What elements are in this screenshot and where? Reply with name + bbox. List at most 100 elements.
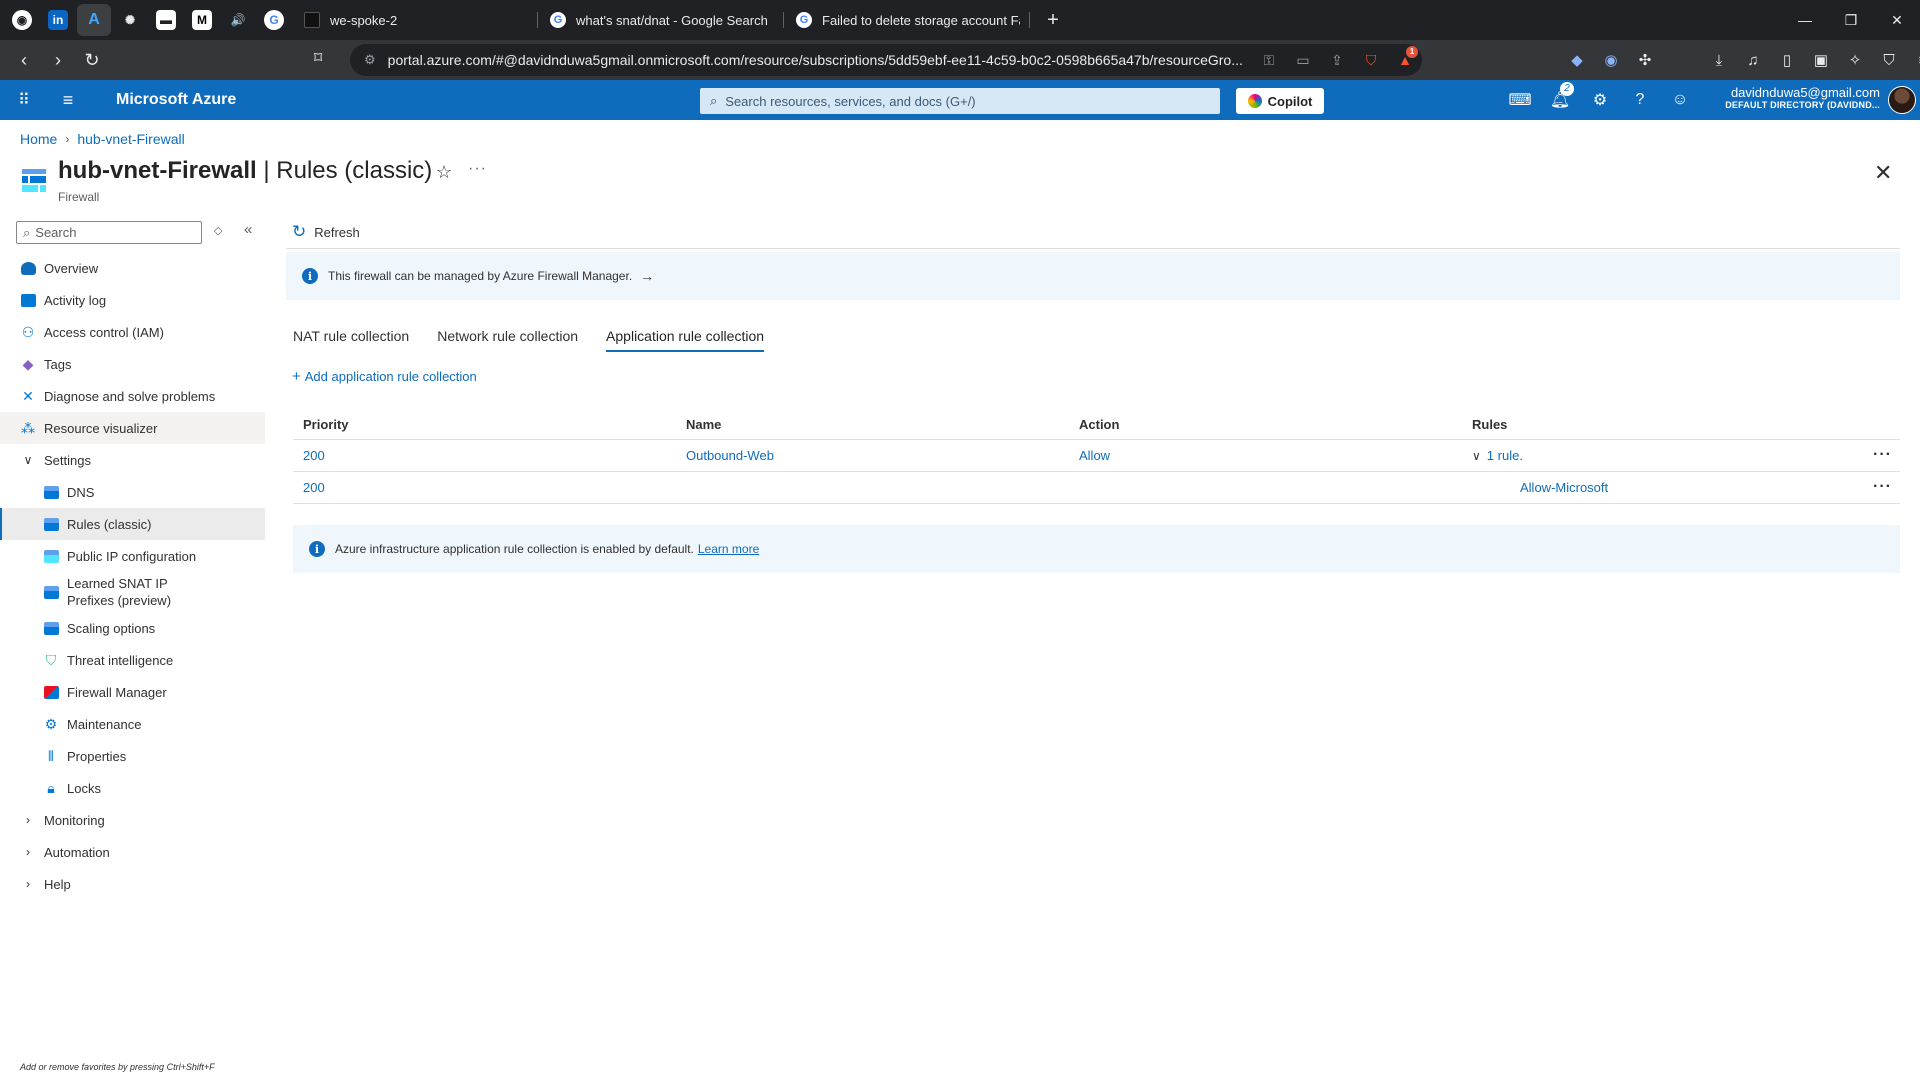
bookmark-icon[interactable]: ⌑ xyxy=(314,48,322,68)
nav-item-activity-log[interactable]: Activity log xyxy=(0,284,265,316)
brave-rewards-icon[interactable]: ▲ 1 xyxy=(1388,45,1422,69)
restore-icon[interactable]: ❐ xyxy=(1828,0,1874,40)
nav-item-scaling[interactable]: Scaling options xyxy=(0,612,265,644)
close-blade-icon[interactable]: ✕ xyxy=(1874,160,1892,186)
reload-icon[interactable]: ↻ xyxy=(76,44,108,76)
nav-item-overview[interactable]: Overview xyxy=(0,252,265,284)
refresh-button[interactable]: ↻ Refresh xyxy=(292,222,360,242)
nav-group-settings[interactable]: ∨ Settings xyxy=(0,444,265,476)
pinned-tab-linkedin[interactable]: in xyxy=(41,4,75,36)
nav-item-learned-snat[interactable]: Learned SNAT IP Prefixes (preview) xyxy=(0,572,265,612)
cloud-shell-icon[interactable]: ⌨ xyxy=(1500,90,1540,110)
nav-item-access-control[interactable]: ⚇ Access control (IAM) xyxy=(0,316,265,348)
pinned-tab-notion[interactable]: ▬ xyxy=(149,4,183,36)
cell-priority[interactable]: 200 xyxy=(293,448,686,463)
forward-icon[interactable]: › xyxy=(42,44,74,76)
brave-shield-icon[interactable]: ⛉ xyxy=(1354,52,1388,69)
collapse-nav-icon[interactable]: « xyxy=(244,221,252,238)
azure-brand[interactable]: Microsoft Azure xyxy=(116,91,236,109)
pinned-tab-audio[interactable]: 🔊 xyxy=(221,4,255,36)
tab-network-rule-collection[interactable]: Network rule collection xyxy=(437,328,578,352)
account-info[interactable]: davidnduwa5@gmail.com DEFAULT DIRECTORY … xyxy=(1718,85,1880,110)
column-header-name[interactable]: Name xyxy=(686,417,1079,432)
nav-item-maintenance[interactable]: ⚙ Maintenance xyxy=(0,708,265,740)
settings-gear-icon[interactable]: ⚙ xyxy=(1580,90,1620,110)
nav-item-tags[interactable]: ◆ Tags xyxy=(0,348,265,380)
chevron-down-icon[interactable]: ∨ xyxy=(1472,449,1481,463)
table-row[interactable]: 200 Allow-Microsoft ··· xyxy=(293,472,1900,504)
cell-name[interactable]: Outbound-Web xyxy=(686,448,1079,463)
puzzle-icon[interactable]: ✣ xyxy=(1628,51,1662,69)
share-icon[interactable]: ⇪ xyxy=(1320,52,1354,69)
avatar[interactable] xyxy=(1888,86,1916,114)
pinned-tab-azure[interactable]: A xyxy=(77,4,111,36)
extension-icon[interactable]: ◉ xyxy=(1594,51,1628,69)
nav-item-dns[interactable]: DNS xyxy=(0,476,265,508)
tab-nat-rule-collection[interactable]: NAT rule collection xyxy=(293,328,409,352)
help-icon[interactable]: ? xyxy=(1620,91,1660,109)
cell-priority[interactable]: 200 xyxy=(293,480,686,495)
rules-count-link[interactable]: 1 rule. xyxy=(1487,448,1523,463)
minimize-icon[interactable]: — xyxy=(1782,0,1828,40)
learn-more-link[interactable]: Learn more xyxy=(698,542,759,556)
browser-tab-google-search-2[interactable]: G Failed to delete storage account Faile xyxy=(786,4,1030,36)
vpn-icon[interactable]: ⛉ xyxy=(1872,52,1906,69)
breadcrumb-home[interactable]: Home xyxy=(20,131,57,147)
row-more-icon[interactable]: ··· xyxy=(1873,446,1892,464)
copilot-button[interactable]: Copilot xyxy=(1236,88,1324,114)
pinned-tab-github[interactable]: ◉ xyxy=(5,4,39,36)
key-icon[interactable]: ⚿ xyxy=(1252,52,1286,69)
browser-tab-google-search[interactable]: G what's snat/dnat - Google Search xyxy=(540,4,784,36)
url-text[interactable]: portal.azure.com/#@davidnduwa5gmail.onmi… xyxy=(388,52,1252,68)
leo-ai-icon[interactable]: ✧ xyxy=(1838,51,1872,69)
global-search-input[interactable]: ⌕ Search resources, services, and docs (… xyxy=(700,88,1220,114)
extension-icon[interactable]: ◆ xyxy=(1560,51,1594,69)
back-icon[interactable]: ‹ xyxy=(8,44,40,76)
column-header-priority[interactable]: Priority xyxy=(293,417,686,432)
feedback-icon[interactable]: ☺ xyxy=(1660,91,1700,109)
close-window-icon[interactable]: ✕ xyxy=(1874,0,1920,40)
arrow-right-icon[interactable]: → xyxy=(640,268,654,284)
nav-item-diagnose[interactable]: ✕ Diagnose and solve problems xyxy=(0,380,265,412)
pinned-tab-google[interactable]: G xyxy=(257,4,291,36)
sidebar-icon[interactable]: ▯ xyxy=(1770,51,1804,69)
cast-icon[interactable]: ▭ xyxy=(1286,52,1320,69)
browser-tab-we-spoke-2[interactable]: we-spoke-2 xyxy=(294,4,538,36)
column-header-action[interactable]: Action xyxy=(1079,417,1472,432)
tab-application-rule-collection[interactable]: Application rule collection xyxy=(606,328,764,352)
new-tab-button[interactable]: + xyxy=(1038,5,1068,35)
wallet-icon[interactable]: ▣ xyxy=(1804,51,1838,69)
nav-item-threat-intelligence[interactable]: ⛉ Threat intelligence xyxy=(0,644,265,676)
add-application-rule-collection-button[interactable]: + Add application rule collection xyxy=(292,368,477,385)
column-header-rules[interactable]: Rules xyxy=(1472,417,1865,432)
pinned-tab-chatgpt[interactable]: ✺ xyxy=(113,4,147,36)
nav-item-firewall-manager[interactable]: Firewall Manager xyxy=(0,676,265,708)
download-icon[interactable]: ⤓ xyxy=(1702,52,1736,69)
menu-icon[interactable]: ≡ xyxy=(1906,52,1920,69)
site-info-icon[interactable]: ⚙ xyxy=(364,52,376,68)
favorite-star-icon[interactable]: ☆ xyxy=(436,162,452,183)
rule-name-link[interactable]: Allow-Microsoft xyxy=(1520,480,1608,495)
nav-item-resource-visualizer[interactable]: ⁂ Resource visualizer xyxy=(0,412,265,444)
row-more-icon[interactable]: ··· xyxy=(1873,478,1892,496)
table-row[interactable]: 200 Outbound-Web Allow ∨ 1 rule. ··· xyxy=(293,440,1900,472)
cell-action[interactable]: Allow xyxy=(1079,448,1472,463)
nav-item-rules-classic[interactable]: Rules (classic) xyxy=(0,508,265,540)
breadcrumb-resource[interactable]: hub-vnet-Firewall xyxy=(77,131,184,147)
pinned-tab-medium[interactable]: M xyxy=(185,4,219,36)
expand-toggle-icon[interactable]: ◇ xyxy=(214,224,222,237)
address-bar[interactable]: ⚙ portal.azure.com/#@davidnduwa5gmail.on… xyxy=(350,44,1422,76)
nav-group-help[interactable]: › Help xyxy=(0,868,265,900)
music-icon[interactable]: ♫ xyxy=(1736,52,1770,69)
nav-item-public-ip[interactable]: Public IP configuration xyxy=(0,540,265,572)
nav-group-monitoring[interactable]: › Monitoring xyxy=(0,804,265,836)
more-options-icon[interactable]: ··· xyxy=(468,160,487,178)
portal-menu-icon[interactable]: ≡ xyxy=(48,90,88,111)
nav-group-automation[interactable]: › Automation xyxy=(0,836,265,868)
nav-search-input[interactable]: ⌕ Search xyxy=(16,221,202,244)
app-launcher-icon[interactable]: ⠿ xyxy=(0,90,48,110)
nav-item-locks[interactable]: 🔒︎ Locks xyxy=(0,772,265,804)
firewall-manager-banner[interactable]: i This firewall can be managed by Azure … xyxy=(286,252,1900,300)
notifications-icon[interactable]: 🔔︎ 2 xyxy=(1540,82,1580,110)
nav-item-properties[interactable]: ⦀ Properties xyxy=(0,740,265,772)
